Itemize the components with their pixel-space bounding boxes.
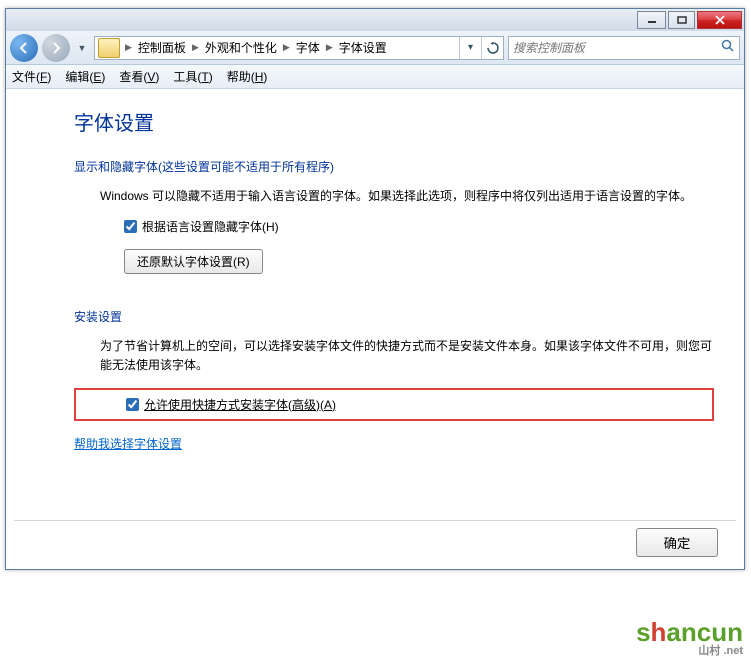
hide-fonts-checkbox[interactable] [124, 220, 137, 233]
minimize-button[interactable] [637, 11, 666, 29]
menu-help[interactable]: 帮助(H) [227, 68, 268, 85]
highlighted-option: 允许使用快捷方式安装字体(高级)(A) [74, 388, 714, 421]
search-box[interactable] [508, 36, 740, 60]
hide-fonts-checkbox-row[interactable]: 根据语言设置隐藏字体(H) [74, 218, 714, 235]
search-icon[interactable] [721, 39, 735, 56]
chevron-right-icon: ▶ [123, 42, 134, 53]
breadcrumb-item[interactable]: 字体 [292, 39, 324, 56]
shortcut-install-checkbox[interactable] [126, 398, 139, 411]
nav-history-dropdown[interactable]: ▼ [74, 38, 90, 58]
ok-button[interactable]: 确定 [636, 528, 718, 557]
folder-icon [98, 38, 120, 58]
section-header-install: 安装设置 [74, 308, 714, 325]
content-area: 字体设置 显示和隐藏字体(这些设置可能不适用于所有程序) Windows 可以隐… [6, 89, 744, 569]
shortcut-install-checkbox-row[interactable]: 允许使用快捷方式安装字体(高级)(A) [76, 396, 708, 413]
menu-edit[interactable]: 编辑(E) [65, 68, 105, 85]
back-button[interactable] [10, 34, 38, 62]
chevron-right-icon: ▶ [190, 42, 201, 53]
maximize-button[interactable] [668, 11, 695, 29]
shortcut-install-label: 允许使用快捷方式安装字体(高级)(A) [144, 396, 336, 413]
menu-bar: 文件(F) 编辑(E) 查看(V) 工具(T) 帮助(H) [6, 65, 744, 89]
page-title: 字体设置 [74, 107, 714, 136]
section-body-text: Windows 可以隐藏不适用于输入语言设置的字体。如果选择此选项，则程序中将仅… [74, 187, 714, 206]
breadcrumb-item[interactable]: 字体设置 [335, 39, 391, 56]
chevron-right-icon: ▶ [281, 42, 292, 53]
close-button[interactable] [697, 11, 742, 29]
section-body-text: 为了节省计算机上的空间，可以选择安装字体文件的快捷方式而不是安装文件本身。如果该… [74, 337, 714, 375]
refresh-icon[interactable] [481, 37, 503, 59]
breadcrumb-item[interactable]: 控制面板 [134, 39, 190, 56]
restore-defaults-button[interactable]: 还原默认字体设置(R) [124, 249, 263, 274]
breadcrumb-item[interactable]: 外观和个性化 [201, 39, 281, 56]
navigation-bar: ▼ ▶ 控制面板 ▶ 外观和个性化 ▶ 字体 ▶ 字体设置 ▾ [6, 31, 744, 65]
search-input[interactable] [513, 41, 721, 55]
menu-file[interactable]: 文件(F) [12, 68, 51, 85]
control-panel-window: ▼ ▶ 控制面板 ▶ 外观和个性化 ▶ 字体 ▶ 字体设置 ▾ 文件(F) 编辑… [5, 8, 745, 570]
address-bar[interactable]: ▶ 控制面板 ▶ 外观和个性化 ▶ 字体 ▶ 字体设置 ▾ [94, 36, 504, 60]
section-header-display: 显示和隐藏字体(这些设置可能不适用于所有程序) [74, 158, 714, 175]
help-link[interactable]: 帮助我选择字体设置 [74, 435, 182, 452]
titlebar [6, 9, 744, 31]
menu-tools[interactable]: 工具(T) [173, 68, 212, 85]
chevron-right-icon: ▶ [324, 42, 335, 53]
watermark-logo: shancun 山村 .net [636, 617, 743, 658]
address-dropdown-icon[interactable]: ▾ [459, 37, 481, 59]
forward-button[interactable] [42, 34, 70, 62]
separator [14, 520, 736, 521]
menu-view[interactable]: 查看(V) [119, 68, 159, 85]
hide-fonts-label: 根据语言设置隐藏字体(H) [142, 218, 279, 235]
